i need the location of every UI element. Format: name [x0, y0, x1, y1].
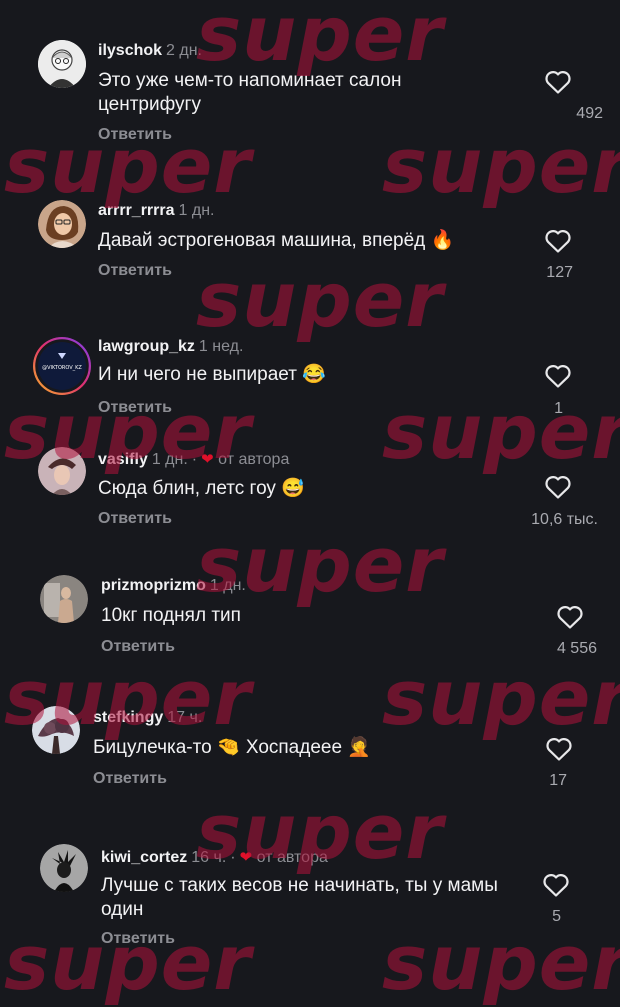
reply-button[interactable]: Ответить — [101, 638, 175, 656]
username[interactable]: ilyschok — [98, 42, 162, 59]
facepalm-emoji: 🤦 — [347, 737, 371, 758]
reply-button[interactable]: Ответить — [98, 126, 172, 144]
separator-dot: · — [191, 451, 198, 468]
watermark: super — [382, 653, 620, 742]
avatar[interactable]: @VIKTOROV_KZ — [33, 337, 91, 395]
reply-button[interactable]: Ответить — [98, 399, 172, 417]
avatar[interactable] — [40, 575, 88, 623]
like-count: 17 — [549, 772, 567, 789]
comment-text: 10кг поднял тип — [101, 605, 241, 626]
heart-icon[interactable] — [544, 228, 572, 254]
comment-meta: stefkingy 17 ч. — [93, 709, 202, 727]
comment-text: Это уже чем-то напоминает салон центрифу… — [98, 70, 402, 115]
like-count: 4 556 — [556, 640, 597, 657]
laughing-emoji: 😂 — [302, 364, 326, 385]
heart-icon[interactable] — [556, 604, 584, 630]
username[interactable]: stefkingy — [93, 709, 163, 726]
author-heart-icon: ❤ — [201, 451, 214, 468]
timestamp: 2 дн. — [166, 42, 202, 59]
reply-button[interactable]: Ответить — [93, 770, 167, 788]
username[interactable]: vasifly — [98, 451, 148, 468]
timestamp: 1 дн. — [178, 202, 215, 219]
username[interactable]: prizmoprizmo — [101, 577, 206, 594]
comment-meta: lawgroup_kz 1 нед. — [98, 338, 243, 356]
like-count: 127 — [546, 264, 573, 281]
avatar-handle: @VIKTOROV_KZ — [42, 365, 82, 371]
fire-emoji: 🔥 — [430, 230, 455, 251]
like-count: 10,6 тыс. — [531, 511, 598, 528]
avatar[interactable] — [40, 844, 88, 892]
heart-icon[interactable] — [544, 474, 572, 500]
comment-meta: arrrr_rrrra 1 дн. — [98, 202, 214, 220]
like-count: 5 — [552, 908, 561, 925]
comment-text: Давай эстрогеновая машина, вперёд 🔥 — [98, 230, 455, 251]
timestamp: 16 ч. — [191, 849, 227, 866]
watermark: super — [382, 918, 620, 1007]
timestamp: 1 дн. — [209, 577, 246, 594]
reply-button[interactable]: Ответить — [98, 262, 172, 280]
comment-meta: kiwi_cortez 16 ч. · ❤ от автора — [101, 848, 328, 867]
comment-text: И ни чего не выпирает 😂 — [98, 364, 326, 385]
like-count: 492 — [576, 105, 603, 122]
username[interactable]: kiwi_cortez — [101, 849, 187, 866]
reply-button[interactable]: Ответить — [101, 930, 175, 948]
author-like-label: от автора — [218, 451, 290, 468]
comment-text: Сюда блин, летс гоу 😅 — [98, 478, 305, 499]
username[interactable]: lawgroup_kz — [98, 338, 195, 355]
sweat-smile-emoji: 😅 — [281, 478, 305, 499]
watermark: super — [196, 255, 444, 344]
reply-button[interactable]: Ответить — [98, 510, 172, 528]
heart-icon[interactable] — [544, 69, 572, 95]
avatar[interactable] — [38, 200, 86, 248]
watermark: super — [382, 121, 620, 210]
heart-icon[interactable] — [542, 872, 570, 898]
heart-icon[interactable] — [544, 363, 572, 389]
author-like-label: от автора — [256, 849, 328, 866]
comment-text: Бицулечка-то 🤏 Хоспадеее 🤦 — [93, 737, 371, 758]
timestamp: 1 нед. — [198, 338, 244, 355]
avatar[interactable] — [38, 447, 86, 495]
like-count: 1 — [554, 400, 563, 417]
comment-meta: vasifly 1 дн. · ❤ от автора — [98, 450, 289, 469]
comment-text: Лучше с таких весов не начинать, ты у ма… — [101, 875, 498, 920]
comment-meta: prizmoprizmo 1 дн. — [101, 577, 246, 595]
avatar[interactable] — [32, 706, 80, 754]
avatar[interactable] — [38, 40, 86, 88]
username[interactable]: arrrr_rrrra — [98, 202, 175, 219]
comment-meta: ilyschok 2 дн. — [98, 42, 202, 60]
heart-icon[interactable] — [545, 736, 573, 762]
separator-dot: · — [230, 849, 236, 866]
watermark: super — [196, 0, 444, 78]
author-heart-icon: ❤ — [239, 849, 253, 866]
timestamp: 1 дн. — [151, 451, 188, 468]
timestamp: 17 ч. — [167, 709, 203, 726]
